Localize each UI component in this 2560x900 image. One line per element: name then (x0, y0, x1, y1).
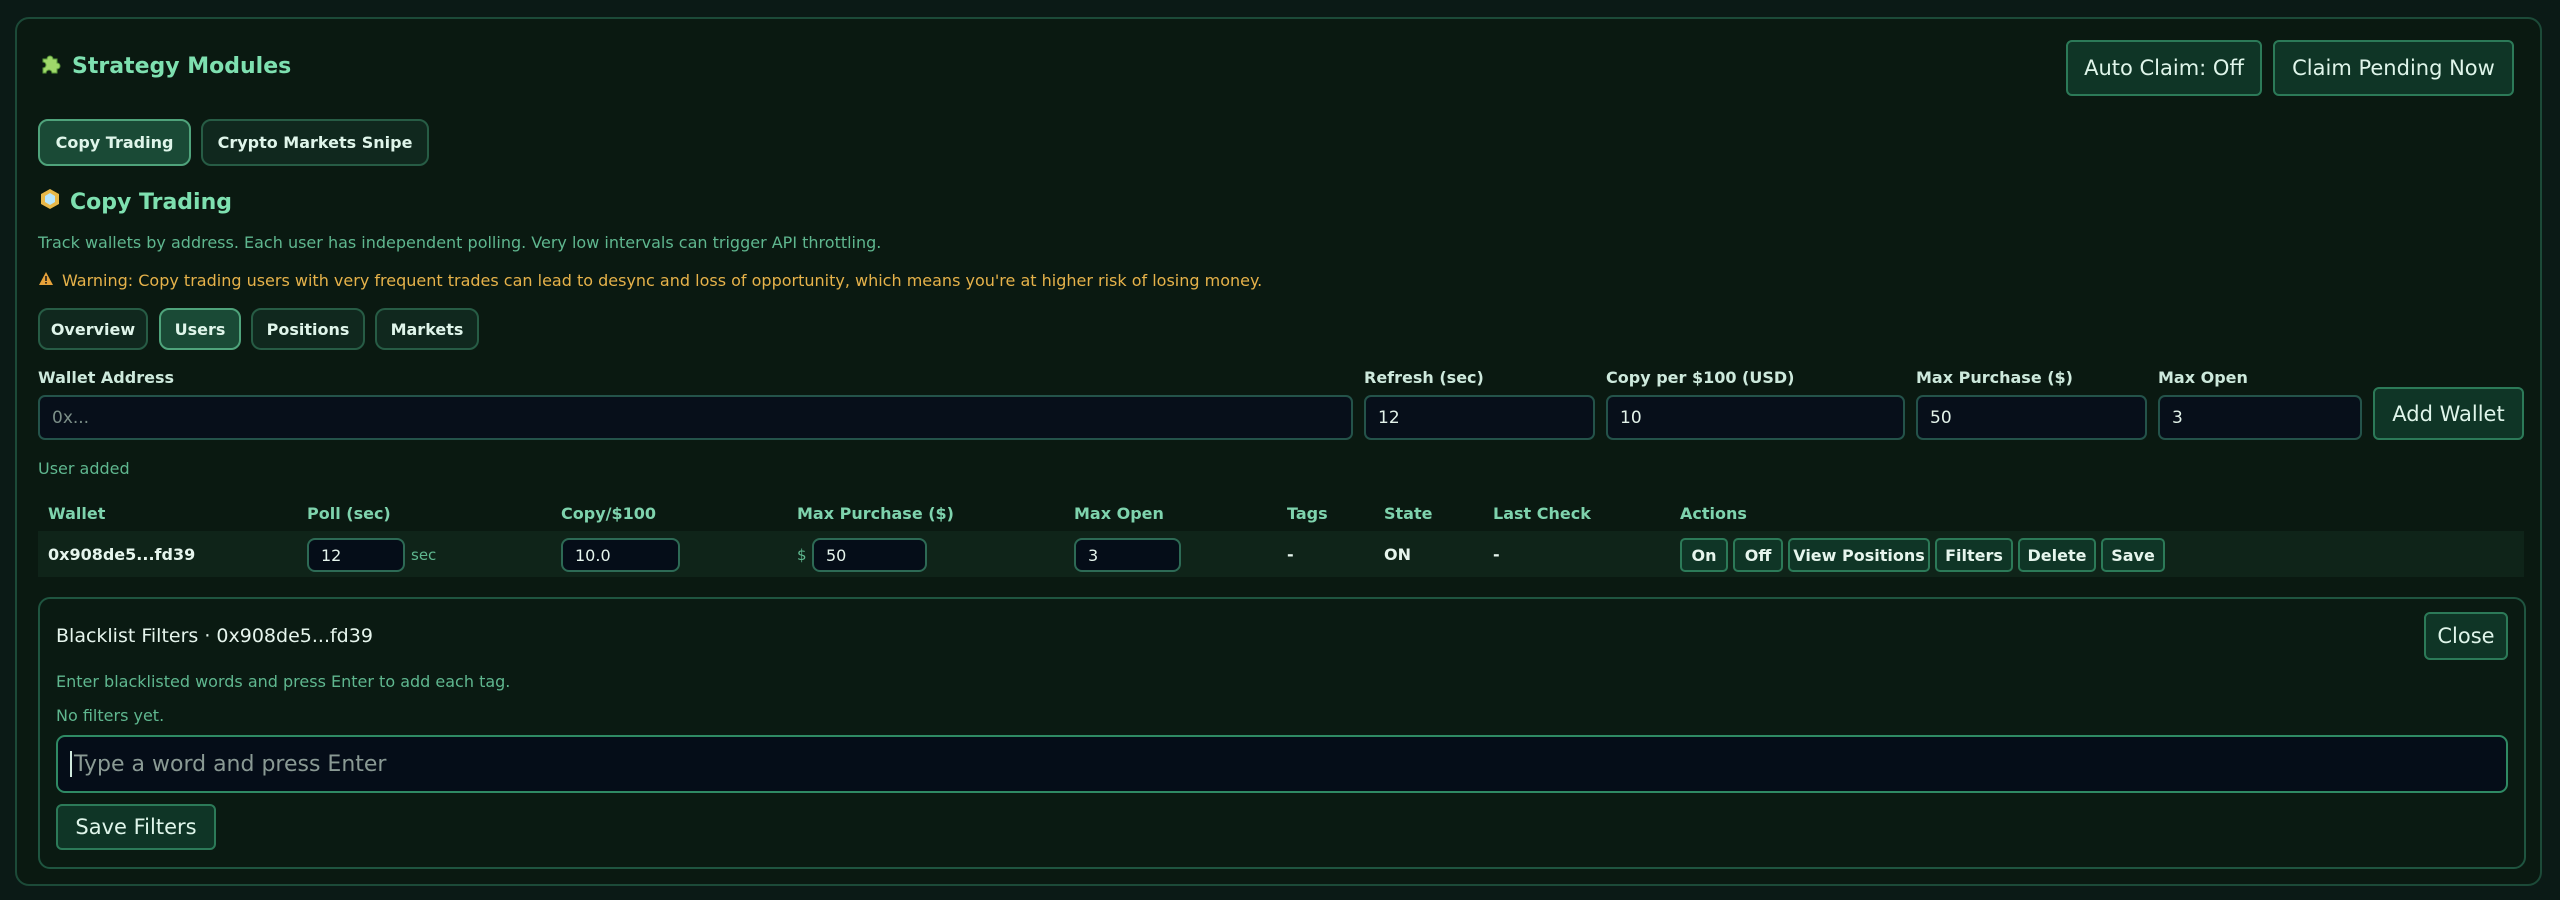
section-description: Track wallets by address. Each user has … (38, 233, 882, 252)
blacklist-word-input[interactable]: Type a word and press Enter (56, 735, 2508, 793)
blacklist-title: Blacklist Filters · 0x908de5...fd39 (56, 625, 373, 647)
copy-per-100-input[interactable]: 10 (1606, 395, 1905, 440)
save-filters-button[interactable]: Save Filters (56, 804, 216, 850)
add-wallet-button[interactable]: Add Wallet (2373, 387, 2524, 440)
tab-users[interactable]: Users (159, 308, 241, 350)
row-state: ON (1384, 545, 1411, 564)
col-last-check: Last Check (1493, 504, 1591, 523)
row-last-check: - (1493, 545, 1500, 564)
status-message: User added (38, 459, 130, 478)
col-actions: Actions (1680, 504, 1747, 523)
tab-crypto-markets-snipe[interactable]: Crypto Markets Snipe (201, 119, 429, 166)
warning-message: Warning: Copy trading users with very fr… (38, 271, 1262, 290)
col-max-open: Max Open (1074, 504, 1164, 523)
refresh-input[interactable]: 12 (1364, 395, 1595, 440)
col-copy: Copy/$100 (561, 504, 656, 523)
hexagon-icon (40, 188, 60, 216)
warning-icon (38, 271, 54, 290)
page-title: Strategy Modules (40, 52, 291, 80)
auto-claim-button[interactable]: Auto Claim: Off (2066, 40, 2262, 96)
tab-markets[interactable]: Markets (375, 308, 479, 350)
col-max-purchase: Max Purchase ($) (797, 504, 954, 523)
close-button[interactable]: Close (2424, 612, 2508, 660)
row-poll-input[interactable]: 12 (307, 538, 405, 572)
puzzle-icon (40, 52, 62, 80)
row-save-button[interactable]: Save (2101, 538, 2165, 572)
blacklist-empty: No filters yet. (56, 706, 165, 725)
row-max-purchase-input[interactable]: 50 (812, 538, 927, 572)
max-open-label: Max Open (2158, 368, 2248, 387)
text-cursor (70, 751, 72, 777)
col-poll: Poll (sec) (307, 504, 391, 523)
row-currency-symbol: $ (797, 546, 807, 564)
blacklist-input-placeholder: Type a word and press Enter (74, 751, 387, 777)
row-tags: - (1287, 545, 1294, 564)
wallet-address-label: Wallet Address (38, 368, 174, 387)
claim-pending-button[interactable]: Claim Pending Now (2273, 40, 2514, 96)
max-purchase-label: Max Purchase ($) (1916, 368, 2073, 387)
tab-overview[interactable]: Overview (38, 308, 148, 350)
refresh-label: Refresh (sec) (1364, 368, 1484, 387)
row-on-button[interactable]: On (1680, 538, 1728, 572)
tab-copy-trading[interactable]: Copy Trading (38, 119, 191, 166)
section-title: Copy Trading (40, 188, 232, 216)
warning-text: Warning: Copy trading users with very fr… (62, 271, 1263, 290)
row-view-positions-button[interactable]: View Positions (1788, 538, 1930, 572)
row-filters-button[interactable]: Filters (1935, 538, 2013, 572)
page-title-text: Strategy Modules (72, 53, 292, 79)
wallet-address-input[interactable]: 0x... (38, 395, 1353, 440)
col-tags: Tags (1287, 504, 1328, 523)
section-title-text: Copy Trading (70, 189, 232, 215)
max-purchase-input[interactable]: 50 (1916, 395, 2147, 440)
col-wallet: Wallet (48, 504, 106, 523)
row-poll-unit: sec (411, 546, 437, 564)
tab-positions[interactable]: Positions (251, 308, 365, 350)
row-copy-input[interactable]: 10.0 (561, 538, 680, 572)
row-delete-button[interactable]: Delete (2018, 538, 2096, 572)
row-max-open-input[interactable]: 3 (1074, 538, 1181, 572)
blacklist-panel (38, 597, 2526, 869)
blacklist-hint: Enter blacklisted words and press Enter … (56, 672, 511, 691)
max-open-input[interactable]: 3 (2158, 395, 2362, 440)
row-off-button[interactable]: Off (1733, 538, 1783, 572)
col-state: State (1384, 504, 1433, 523)
row-wallet: 0x908de5...fd39 (48, 545, 196, 564)
copy-per-100-label: Copy per $100 (USD) (1606, 368, 1795, 387)
